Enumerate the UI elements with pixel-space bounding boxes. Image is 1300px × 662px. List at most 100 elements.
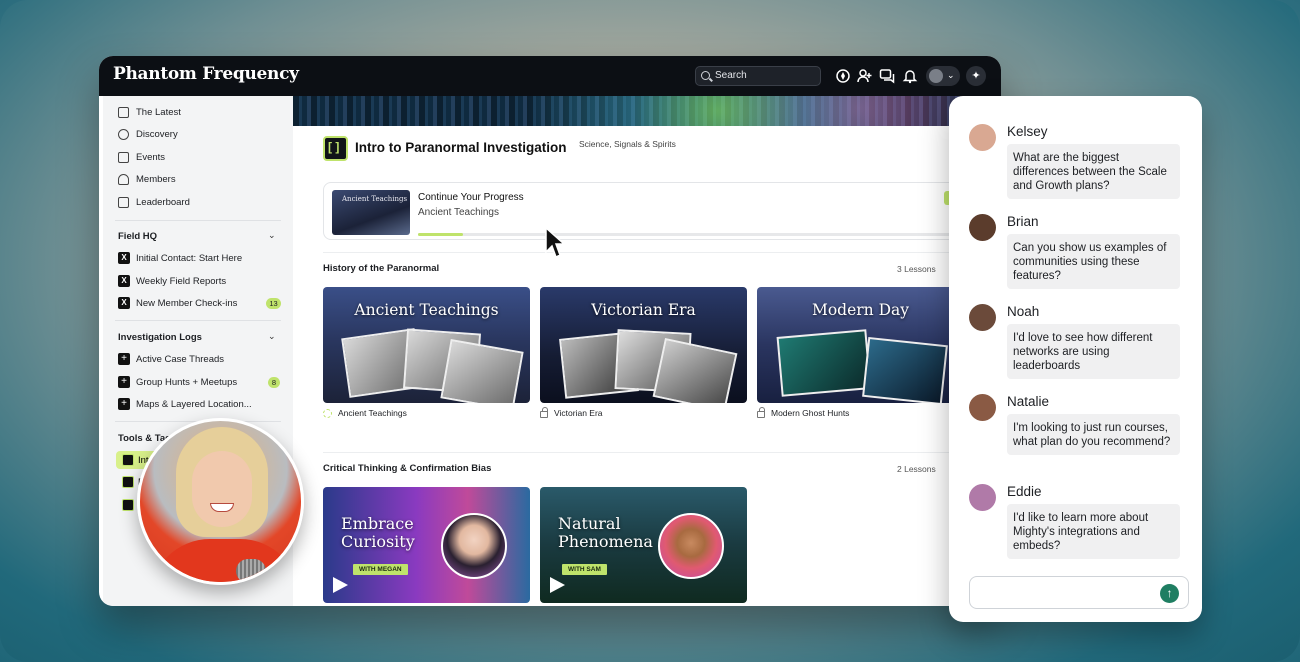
progress-bar	[418, 233, 978, 236]
sidebar-item-active-cases[interactable]: + Active Case Threads	[118, 350, 224, 368]
continue-progress-card[interactable]: Ancient Teachings Continue Your Progress…	[323, 182, 983, 240]
mouse-pointer-icon	[545, 226, 566, 259]
sidebar-item-discovery[interactable]: Discovery	[118, 125, 178, 143]
avatar	[969, 394, 996, 421]
play-icon[interactable]	[550, 577, 565, 593]
main-content: Intro to Paranormal Investigation Scienc…	[293, 96, 1001, 606]
chevron-down-icon[interactable]: ⌄	[268, 230, 276, 241]
sidebar-item-label: New Member Check-ins	[136, 297, 238, 309]
x-icon: X	[118, 252, 130, 264]
account-menu[interactable]: ⌄	[926, 66, 960, 86]
lock-icon	[540, 406, 548, 418]
search-label: Search	[715, 70, 747, 81]
lesson-caption: Modern Ghost Hunts	[757, 406, 964, 418]
sidebar-item-events[interactable]: Events	[118, 148, 165, 166]
sidebar-item-label: Maps & Layered Location...	[136, 398, 252, 410]
lesson-title: Modern Ghost Hunts	[771, 408, 850, 418]
explore-icon[interactable]	[835, 68, 851, 84]
lesson-caption: Victorian Era	[540, 406, 747, 418]
progress-title: Continue Your Progress	[418, 192, 524, 203]
photo-image	[440, 339, 524, 403]
message-bubble: I'm looking to just run courses, what pl…	[1007, 414, 1180, 455]
host-badge: WITH SAM	[562, 564, 607, 575]
bell-icon[interactable]	[902, 68, 918, 84]
thumbnail-title: Ancient Teachings	[354, 301, 499, 319]
add-user-icon[interactable]	[857, 68, 873, 84]
message-bubble: I'd love to see how different networks a…	[1007, 324, 1180, 379]
message-bubble: What are the biggest differences between…	[1007, 144, 1180, 199]
sidebar-item-initial-contact[interactable]: X Initial Contact: Start Here	[118, 249, 242, 267]
video-card[interactable]: Natural Phenomena WITH SAM	[540, 487, 747, 603]
section-count: 2 Lessons	[897, 464, 936, 474]
lesson-thumbnail: Victorian Era	[540, 287, 747, 403]
video-title: Embrace Curiosity	[341, 515, 415, 551]
sidebar-item-label: Active Case Threads	[136, 353, 225, 365]
lesson-card[interactable]: Victorian Era Victorian Era	[540, 287, 747, 418]
message-bubble: Can you show us examples of communities …	[1007, 234, 1180, 289]
photo-image	[862, 336, 948, 403]
sidebar-item-label: Leaderboard	[136, 196, 190, 208]
chat-input[interactable]: ↑	[969, 576, 1189, 609]
avatar	[969, 304, 996, 331]
search-input[interactable]: Search	[695, 66, 821, 86]
section-field-hq[interactable]: Field HQ	[118, 231, 157, 242]
arrow-up-icon: ↑	[1166, 586, 1173, 600]
host-badge: WITH MEGAN	[353, 564, 408, 575]
section-investigation-logs[interactable]: Investigation Logs	[118, 332, 202, 343]
chevron-down-icon: ⌄	[947, 70, 955, 80]
bracket-icon	[122, 499, 134, 511]
message-author: Brian	[1007, 214, 1039, 229]
sidebar-item-label: Events	[136, 151, 166, 163]
message-bubble: I'd like to learn more about Mighty's in…	[1007, 504, 1180, 559]
thumbnail-title: Victorian Era	[591, 301, 696, 319]
progress-fill	[418, 233, 463, 236]
section-title: History of the Paranormal	[323, 263, 440, 274]
video-card[interactable]: Embrace Curiosity WITH MEGAN	[323, 487, 530, 603]
search-icon	[701, 71, 710, 80]
thumbnail-title: Ancient Teachings	[342, 195, 408, 203]
lesson-card[interactable]: Ancient Teachings Ancient Teachings	[323, 287, 530, 418]
lesson-thumbnail: Modern Day	[757, 287, 964, 403]
bracket-icon	[122, 476, 134, 488]
progress-thumbnail: Ancient Teachings	[332, 190, 410, 235]
section-count: 3 Lessons	[897, 264, 936, 274]
sidebar-item-new-member[interactable]: X New Member Check-ins	[118, 294, 237, 312]
lesson-title: Victorian Era	[554, 408, 603, 418]
course-subtitle: Science, Signals & Spirits	[579, 139, 676, 149]
x-icon: X	[118, 275, 130, 287]
avatar	[929, 69, 943, 83]
avatar	[969, 214, 996, 241]
progress-lesson: Ancient Teachings	[418, 207, 499, 218]
brand-title: Phantom Frequency	[113, 64, 299, 84]
chevron-down-icon[interactable]: ⌄	[268, 331, 276, 342]
host-avatar	[441, 513, 507, 579]
course-title: Intro to Paranormal Investigation	[355, 140, 567, 155]
course-banner	[293, 96, 1001, 126]
course-logo	[323, 136, 348, 161]
lesson-card[interactable]: Modern Day Modern Ghost Hunts	[757, 287, 964, 418]
sidebar-item-group-hunts[interactable]: + Group Hunts + Meetups	[118, 373, 237, 391]
sidebar-item-maps[interactable]: + Maps & Layered Location...	[118, 395, 252, 413]
leaderboard-icon	[118, 196, 129, 208]
sidebar-item-members[interactable]: Members	[118, 170, 176, 188]
divider	[115, 220, 281, 221]
sparkle-icon[interactable]: ✦	[966, 66, 986, 86]
video-title-line: Embrace	[341, 514, 414, 533]
presenter-shirt	[150, 539, 300, 582]
message-author: Eddie	[1007, 484, 1042, 499]
calendar-icon	[118, 151, 129, 163]
divider	[323, 452, 983, 453]
chat-icon[interactable]	[879, 68, 895, 84]
microphone-icon	[236, 559, 266, 582]
send-button[interactable]: ↑	[1160, 584, 1179, 603]
sidebar-item-leaderboard[interactable]: Leaderboard	[118, 193, 190, 211]
play-icon[interactable]	[333, 577, 348, 593]
sidebar-item-weekly-reports[interactable]: X Weekly Field Reports	[118, 272, 226, 290]
host-avatar	[658, 513, 724, 579]
sidebar-item-latest[interactable]: The Latest	[118, 103, 181, 121]
message-author: Natalie	[1007, 394, 1050, 409]
video-title-line: Natural	[558, 514, 621, 533]
layers-icon	[118, 106, 129, 118]
avatar	[969, 484, 996, 511]
sidebar-item-label: Members	[136, 173, 176, 185]
